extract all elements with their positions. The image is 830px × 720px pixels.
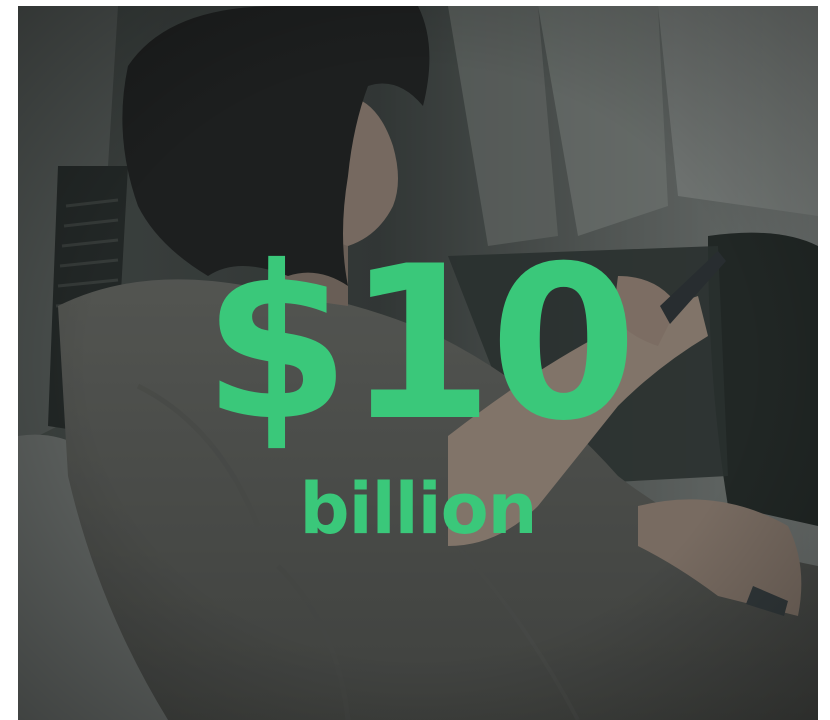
stat-unit: billion <box>299 468 537 550</box>
background-photo: $10 billion <box>18 6 818 720</box>
stat-amount: $10 <box>202 220 638 467</box>
stat-card: $10 billion <box>0 0 830 720</box>
